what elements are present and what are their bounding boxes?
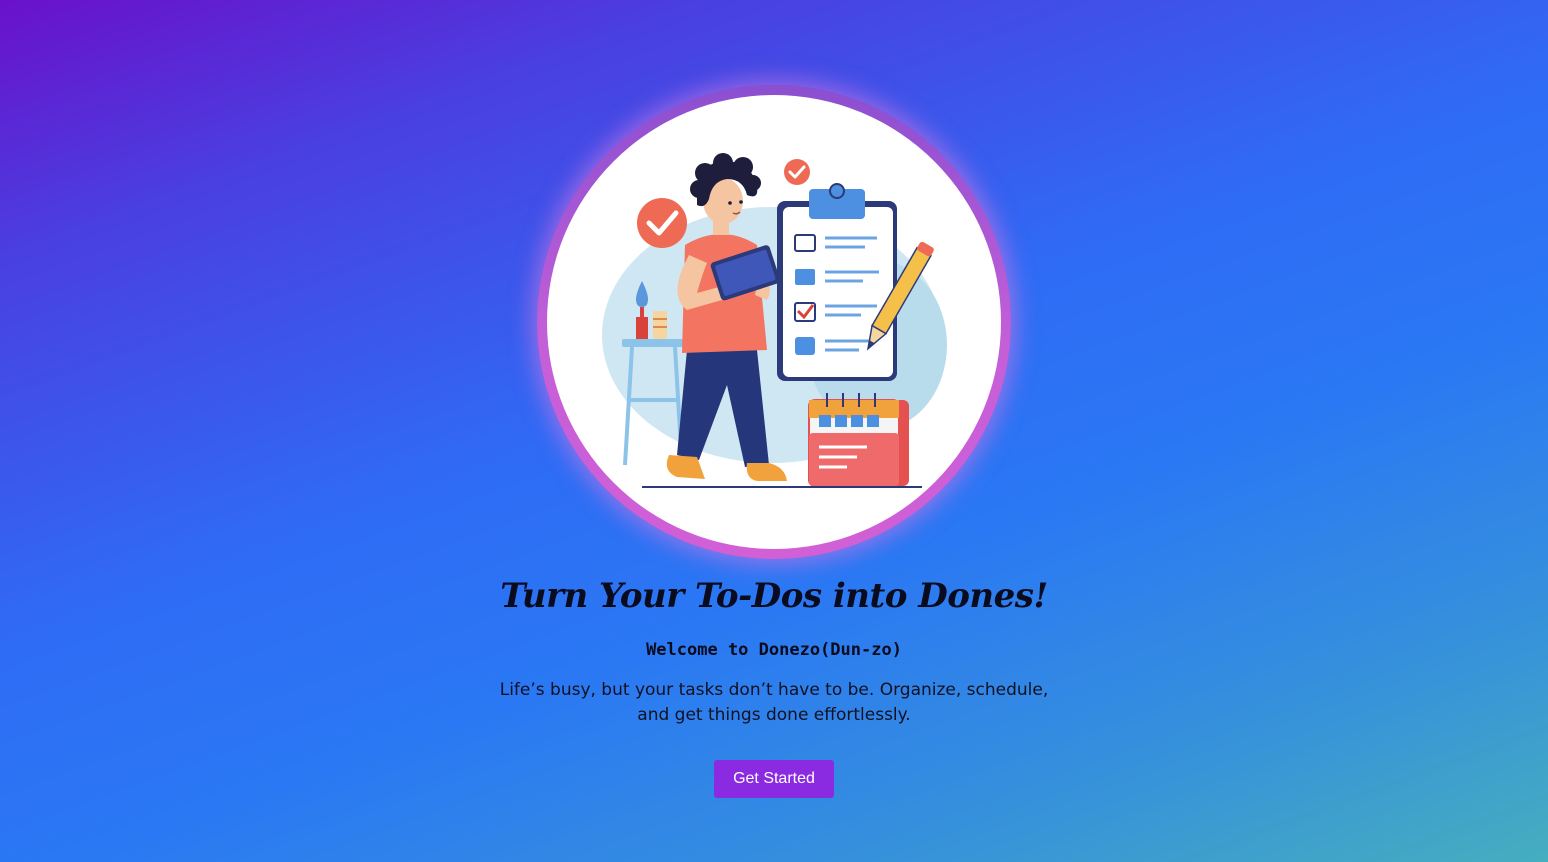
hero-section: Turn Your To-Dos into Dones! Welcome to …	[0, 0, 1548, 862]
hero-subtitle: Welcome to Donezo(Dun-zo)	[646, 640, 902, 660]
hero-description: Life’s busy, but your tasks don’t have t…	[499, 680, 1049, 725]
hero-title: Turn Your To-Dos into Dones!	[500, 576, 1048, 616]
hero-illustration-frame	[537, 85, 1011, 559]
person-with-checklist-illustration-icon	[602, 153, 947, 488]
hero-illustration-circle	[547, 95, 1001, 549]
get-started-button[interactable]: Get Started	[714, 760, 834, 798]
